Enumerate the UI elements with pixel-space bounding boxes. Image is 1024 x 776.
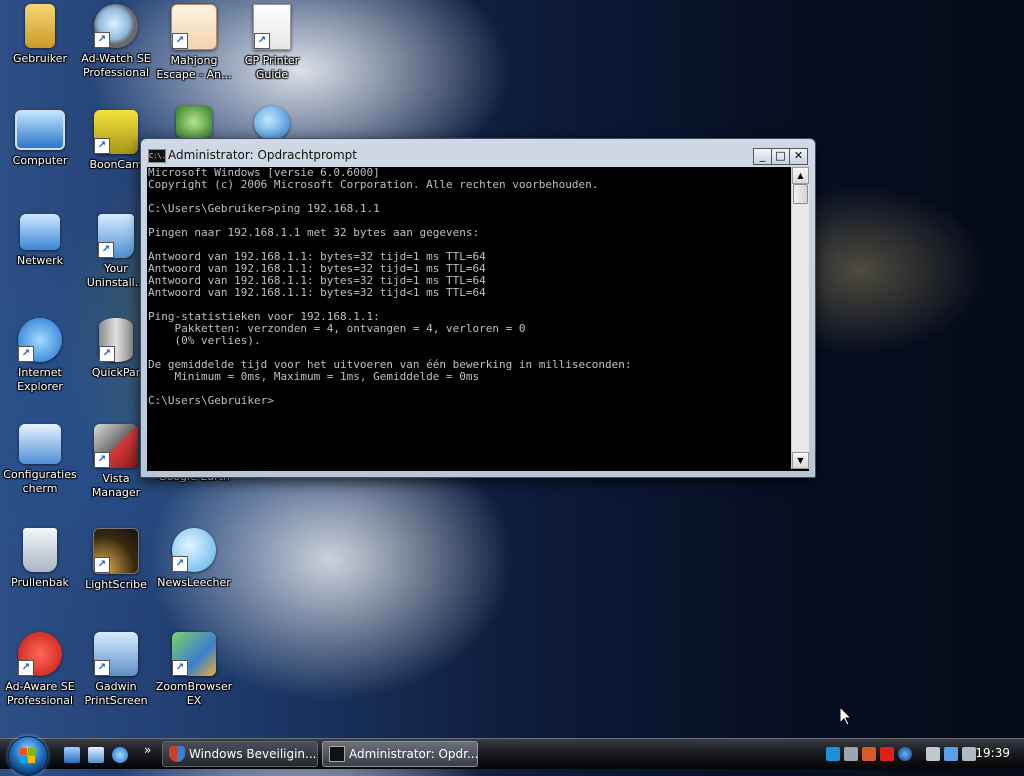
shortcut-arrow-icon: ↗ xyxy=(94,557,110,573)
desktop-icon-label: Ad-Watch SE Professional xyxy=(81,52,151,79)
recycle-bin-icon xyxy=(23,528,57,572)
windows-logo-icon xyxy=(20,748,36,764)
console-output[interactable]: Microsoft Windows [versie 6.0.6000] Copy… xyxy=(148,167,788,469)
globe-icon xyxy=(254,106,290,140)
lightscribe-icon: ↗ xyxy=(93,528,139,574)
computer-icon xyxy=(15,110,65,150)
tray-globe-icon[interactable] xyxy=(898,747,912,761)
shortcut-arrow-icon: ↗ xyxy=(98,242,114,258)
desktop-icon-label: Gadwin PrintScreen xyxy=(84,680,148,707)
desktop-icon-ad-watch[interactable]: ↗ Ad-Watch SE Professional xyxy=(76,4,156,80)
desktop-icon-label: ZoomBrowser EX xyxy=(155,680,233,707)
desktop-icon-label: Configuraties cherm xyxy=(3,468,77,495)
user-folder-icon xyxy=(25,4,55,48)
shortcut-arrow-icon: ↗ xyxy=(94,32,110,48)
tray-volume-icon[interactable] xyxy=(962,747,976,761)
tray-flash-icon[interactable] xyxy=(880,747,894,761)
console-icon xyxy=(329,746,345,762)
show-desktop-icon[interactable] xyxy=(64,747,80,763)
tray-speaker-alert-icon[interactable] xyxy=(862,747,876,761)
tools-icon: ↗ xyxy=(94,424,138,468)
taskbar-button-windows-security[interactable]: Windows Beveiligin... xyxy=(162,741,318,767)
shortcut-arrow-icon: ↗ xyxy=(172,660,188,676)
scroll-down-button[interactable]: ▼ xyxy=(792,452,809,469)
internet-explorer-icon[interactable] xyxy=(112,747,128,763)
taskbar-button-label: Windows Beveiligin... xyxy=(189,747,317,761)
desktop-icon-lightscribe[interactable]: ↗ LightScribe xyxy=(76,528,156,592)
taskbar: » Windows Beveiligin... Administrator: O… xyxy=(0,736,1024,776)
desktop-icon-label: NewsLeecher xyxy=(157,576,231,589)
newsleecher-icon: ↗ xyxy=(172,528,216,572)
close-button[interactable]: ✕ xyxy=(789,148,808,165)
pdf-document-icon: ↗ xyxy=(253,4,291,50)
shortcut-arrow-icon: ↗ xyxy=(94,138,110,154)
desktop-icon-label: LightScribe xyxy=(85,578,147,591)
desktop-icon-label: Mahjong Escape - An... xyxy=(156,54,232,81)
shortcut-arrow-icon: ↗ xyxy=(254,33,270,49)
console-icon: C:\. xyxy=(148,149,166,163)
window-title: Administrator: Opdrachtprompt xyxy=(168,148,357,162)
quicklaunch-more-button[interactable]: » xyxy=(144,743,151,757)
shortcut-arrow-icon: ↗ xyxy=(94,452,110,468)
minimize-button[interactable]: _ xyxy=(753,148,772,165)
booncam-icon: ↗ xyxy=(94,110,138,154)
internet-explorer-icon: ↗ xyxy=(18,318,62,362)
desktop-icon-zoombrowser[interactable]: ↗ ZoomBrowser EX xyxy=(154,632,234,708)
switch-windows-icon[interactable] xyxy=(88,747,104,763)
desktop-icon-label: Computer xyxy=(12,154,68,167)
shortcut-arrow-icon: ↗ xyxy=(18,346,34,362)
command-prompt-window[interactable]: C:\. Administrator: Opdrachtprompt _ □ ✕… xyxy=(140,138,816,478)
vertical-scrollbar[interactable]: ▲ ▼ xyxy=(791,167,809,469)
desktop-icon-label: Prullenbak xyxy=(11,576,69,589)
desktop-icon-mahjong[interactable]: ↗ Mahjong Escape - An... xyxy=(154,4,234,82)
desktop-icon-internet-explorer[interactable]: ↗ Internet Explorer xyxy=(0,318,80,394)
desktop-icon-label: Gebruiker xyxy=(12,52,68,65)
start-button[interactable] xyxy=(8,736,48,776)
desktop-icon-configuratiescherm[interactable]: Configuraties cherm xyxy=(0,424,80,496)
taskbar-button-command-prompt[interactable]: Administrator: Opdr... xyxy=(322,741,478,767)
taskbar-clock[interactable]: 19:39 xyxy=(975,746,1010,760)
shortcut-arrow-icon: ↗ xyxy=(99,346,115,362)
desktop-icon-mahjong-2[interactable] xyxy=(154,106,234,138)
desktop-icon-label: CP Printer Guide xyxy=(244,54,300,81)
scroll-up-button[interactable]: ▲ xyxy=(792,167,809,184)
game-icon xyxy=(176,106,212,138)
desktop-icon-cp-printer-guide[interactable]: ↗ CP Printer Guide xyxy=(232,4,312,82)
maximize-button[interactable]: □ xyxy=(771,148,790,165)
shield-icon xyxy=(169,746,185,762)
desktop-icon-globe[interactable] xyxy=(232,106,312,140)
desktop-icon-netwerk[interactable]: Netwerk xyxy=(0,214,80,268)
shortcut-arrow-icon: ↗ xyxy=(18,660,34,676)
tray-app-icon[interactable] xyxy=(826,747,840,761)
magnifier-icon: ↗ xyxy=(94,4,138,48)
desktop-icon-label: Netwerk xyxy=(17,254,63,267)
desktop-icon-label: Ad-Aware SE Professional xyxy=(5,680,75,707)
shortcut-arrow-icon: ↗ xyxy=(172,33,188,49)
shortcut-arrow-icon: ↗ xyxy=(172,556,188,572)
network-icon xyxy=(20,214,60,250)
window-titlebar[interactable]: C:\. Administrator: Opdrachtprompt _ □ ✕ xyxy=(141,139,815,167)
desktop-icon-prullenbak[interactable]: Prullenbak xyxy=(0,528,80,590)
console-client-area[interactable]: Microsoft Windows [versie 6.0.6000] Copy… xyxy=(147,167,809,471)
desktop-icon-computer[interactable]: Computer xyxy=(0,110,80,168)
tray-network-icon[interactable] xyxy=(944,747,958,761)
mahjong-gate-icon: ↗ xyxy=(171,4,217,50)
trash-can-icon: ↗ xyxy=(98,214,134,258)
control-panel-icon xyxy=(19,424,61,464)
camera-monitor-icon: ↗ xyxy=(94,632,138,676)
tray-display-icon[interactable] xyxy=(844,747,858,761)
desktop-icon-ad-aware[interactable]: ↗ Ad-Aware SE Professional xyxy=(0,632,80,708)
shortcut-arrow-icon: ↗ xyxy=(94,660,110,676)
scroll-thumb[interactable] xyxy=(793,184,808,204)
ad-aware-icon: ↗ xyxy=(18,632,62,676)
mouse-pointer-icon xyxy=(840,707,852,726)
desktop-icon-gebruiker[interactable]: Gebruiker xyxy=(0,4,80,66)
database-icon: ↗ xyxy=(99,318,133,362)
desktop-icon-gadwin[interactable]: ↗ Gadwin PrintScreen xyxy=(76,632,156,708)
taskbar-button-label: Administrator: Opdr... xyxy=(349,747,479,761)
photos-icon: ↗ xyxy=(172,632,216,676)
tray-usb-icon[interactable] xyxy=(926,747,940,761)
desktop-icon-label: Internet Explorer xyxy=(17,366,63,393)
desktop-icon-newsleecher[interactable]: ↗ NewsLeecher xyxy=(154,528,234,590)
